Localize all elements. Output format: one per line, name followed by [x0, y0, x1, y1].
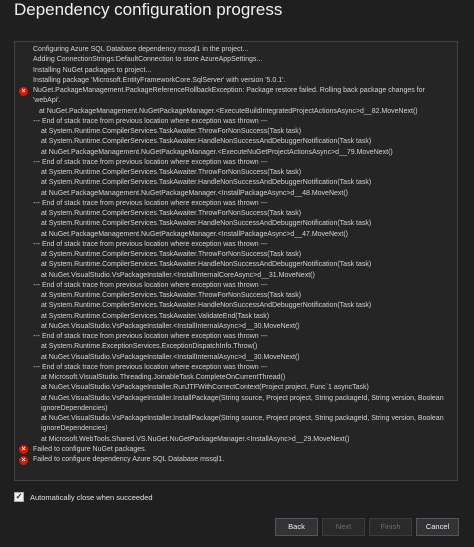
log-line: --- End of stack trace from previous loc…: [19, 199, 451, 209]
log-line: --- End of stack trace from previous loc…: [19, 158, 451, 168]
log-line: Installing NuGet packages to project...: [19, 66, 451, 76]
log-line: Configuring Azure SQL Database dependenc…: [19, 45, 451, 55]
log-line-text: at NuGet.VisualStudio.VsPackageInstaller…: [41, 353, 300, 361]
auto-close-option[interactable]: ✓ Automatically close when succeeded: [14, 492, 153, 502]
log-line-text: at System.Runtime.CompilerServices.TaskA…: [41, 138, 372, 146]
log-line: at System.Runtime.CompilerServices.TaskA…: [19, 250, 451, 260]
error-circle-icon: ×: [19, 455, 28, 465]
log-line-text: Configuring Azure SQL Database dependenc…: [33, 46, 249, 53]
log-line: at NuGet.PackageManagement.NuGetPackageM…: [19, 189, 451, 199]
log-line-text: at NuGet.VisualStudio.VsPackageInstaller…: [41, 322, 300, 330]
log-line: Adding ConnectionStrings:DefaultConnecti…: [19, 55, 451, 65]
log-line-text: Failed to configure NuGet packages.: [33, 445, 147, 453]
error-circle-icon: ×: [19, 86, 28, 96]
log-line: Installing package 'Microsoft.EntityFram…: [19, 76, 451, 86]
log-line: at System.Runtime.CompilerServices.TaskA…: [19, 127, 451, 137]
dialog-title: Dependency configuration progress: [14, 0, 283, 19]
log-line-text: at System.Runtime.CompilerServices.TaskA…: [41, 312, 270, 320]
log-line: at NuGet.VisualStudio.VsPackageInstaller…: [19, 383, 451, 393]
log-line: at NuGet.VisualStudio.VsPackageInstaller…: [19, 353, 451, 363]
log-line-text: at System.Runtime.CompilerServices.TaskA…: [41, 169, 302, 176]
log-line: at System.Runtime.CompilerServices.TaskA…: [19, 312, 451, 322]
log-line: --- End of stack trace from previous loc…: [19, 117, 451, 127]
log-line-text: --- End of stack trace from previous loc…: [33, 199, 268, 207]
log-line-text: at NuGet.PackageManagement.NuGetPackageM…: [41, 148, 393, 156]
log-line-text: --- End of stack trace from previous loc…: [33, 117, 268, 125]
log-line: at NuGet.PackageManagement.NuGetPackageM…: [19, 148, 451, 158]
log-line-text: at System.Runtime.CompilerServices.TaskA…: [41, 292, 302, 299]
log-line-text: --- End of stack trace from previous loc…: [33, 281, 268, 289]
auto-close-label: Automatically close when succeeded: [30, 492, 153, 502]
log-line: at NuGet.VisualStudio.VsPackageInstaller…: [19, 271, 451, 281]
log-line-text: --- End of stack trace from previous loc…: [33, 240, 268, 248]
log-line-text: at System.Runtime.CompilerServices.TaskA…: [41, 128, 302, 135]
log-line-text: at NuGet.PackageManagement.NuGetPackageM…: [39, 107, 418, 115]
log-line: at System.Runtime.CompilerServices.TaskA…: [19, 209, 451, 219]
log-line: --- End of stack trace from previous loc…: [19, 363, 451, 373]
log-line-text: --- End of stack trace from previous loc…: [33, 363, 268, 371]
log-line: at System.Runtime.ExceptionServices.Exce…: [19, 342, 451, 352]
log-line-text: at System.Runtime.ExceptionServices.Exce…: [41, 343, 258, 351]
log-line-text: at NuGet.VisualStudio.VsPackageInstaller…: [41, 394, 446, 412]
log-line-text: at NuGet.VisualStudio.VsPackageInstaller…: [41, 271, 315, 279]
log-line: at System.Runtime.CompilerServices.TaskA…: [19, 260, 451, 270]
log-line: --- End of stack trace from previous loc…: [19, 240, 451, 250]
next-button[interactable]: Next: [322, 518, 365, 536]
cancel-button[interactable]: Cancel: [416, 518, 459, 536]
log-line: at NuGet.VisualStudio.VsPackageInstaller…: [19, 394, 451, 415]
log-error-line: × NuGet.PackageManagement.PackageReferenc…: [19, 86, 451, 107]
log-line: at Microsoft.VisualStudio.Threading.Join…: [19, 373, 451, 383]
log-line-text: Failed to configure dependency Azure SQL…: [33, 456, 225, 463]
log-error-line: × Failed to configure NuGet packages.: [19, 445, 451, 455]
auto-close-checkbox[interactable]: ✓: [14, 492, 24, 502]
log-line: --- End of stack trace from previous loc…: [19, 281, 451, 291]
log-line-text: at NuGet.VisualStudio.VsPackageInstaller…: [41, 415, 446, 433]
log-line: at System.Runtime.CompilerServices.TaskA…: [19, 178, 451, 188]
output-log[interactable]: Configuring Azure SQL Database dependenc…: [14, 41, 458, 481]
log-line: at NuGet.PackageManagement.NuGetPackageM…: [19, 107, 451, 117]
log-line-text: at System.Runtime.CompilerServices.TaskA…: [41, 302, 372, 310]
log-line-text: at System.Runtime.CompilerServices.TaskA…: [41, 251, 302, 258]
log-line-text: Installing package 'Microsoft.EntityFram…: [33, 76, 286, 84]
log-error-line: × Failed to configure dependency Azure SQ…: [19, 455, 451, 465]
log-line-text: --- End of stack trace from previous loc…: [33, 333, 268, 340]
back-button[interactable]: Back: [275, 518, 318, 536]
log-line-text: at System.Runtime.CompilerServices.TaskA…: [41, 261, 372, 269]
log-line: at NuGet.PackageManagement.NuGetPackageM…: [19, 230, 451, 240]
log-line: at System.Runtime.CompilerServices.TaskA…: [19, 301, 451, 311]
log-line-text: at NuGet.PackageManagement.NuGetPackageM…: [41, 230, 349, 238]
log-line: at System.Runtime.CompilerServices.TaskA…: [19, 291, 451, 301]
log-line-text: Installing NuGet packages to project...: [33, 66, 152, 74]
log-line: at Microsoft.WebTools.Shared.VS.NuGet.Nu…: [19, 435, 451, 445]
log-line: at System.Runtime.CompilerServices.TaskA…: [19, 219, 451, 229]
log-line-text: --- End of stack trace from previous loc…: [33, 158, 268, 166]
log-line: at NuGet.VisualStudio.VsPackageInstaller…: [19, 322, 451, 332]
log-line: at NuGet.VisualStudio.VsPackageInstaller…: [19, 414, 451, 435]
log-line-text: at System.Runtime.CompilerServices.TaskA…: [41, 220, 372, 228]
log-line-text: NuGet.PackageManagement.PackageReference…: [33, 87, 427, 105]
log-line: at System.Runtime.CompilerServices.TaskA…: [19, 168, 451, 178]
error-circle-icon: ×: [19, 445, 28, 455]
finish-button[interactable]: Finish: [369, 518, 412, 536]
log-line-text: at System.Runtime.CompilerServices.TaskA…: [41, 210, 302, 217]
log-line-text: at System.Runtime.CompilerServices.TaskA…: [41, 179, 372, 187]
log-line-text: at NuGet.PackageManagement.NuGetPackageM…: [41, 189, 349, 197]
log-line: at System.Runtime.CompilerServices.TaskA…: [19, 137, 451, 147]
log-line-text: Adding ConnectionStrings:DefaultConnecti…: [33, 56, 263, 64]
log-line-text: at Microsoft.VisualStudio.Threading.Join…: [41, 374, 286, 381]
log-line-text: at NuGet.VisualStudio.VsPackageInstaller…: [41, 384, 369, 392]
log-line: --- End of stack trace from previous loc…: [19, 332, 451, 342]
log-line-text: at Microsoft.WebTools.Shared.VS.NuGet.Nu…: [41, 435, 350, 443]
